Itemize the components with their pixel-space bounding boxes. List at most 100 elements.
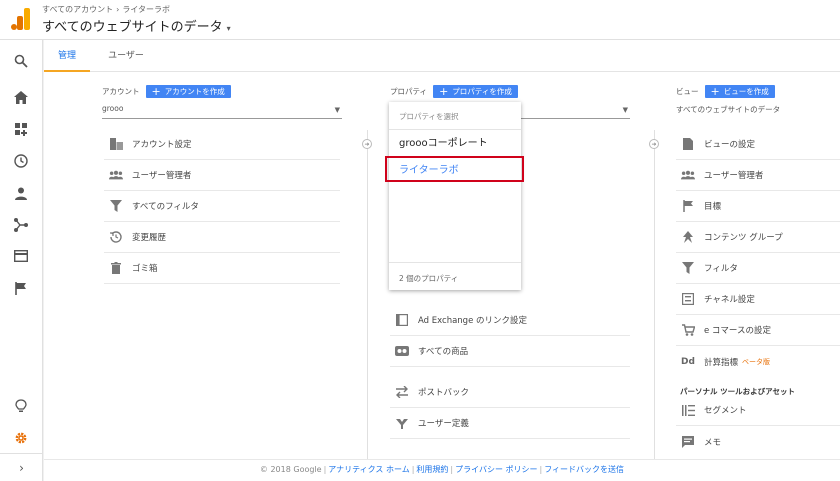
- view-goals-item[interactable]: 目標: [676, 191, 840, 222]
- chevron-down-icon[interactable]: ▾: [227, 24, 231, 33]
- create-view-button[interactable]: + ビューを作成: [704, 85, 775, 98]
- user-management-icon: [109, 168, 123, 182]
- create-property-button[interactable]: + プロパティを作成: [433, 85, 518, 98]
- footer-link-terms[interactable]: 利用規約: [416, 465, 448, 474]
- account-trash-label: ゴミ箱: [132, 264, 158, 274]
- tab-user[interactable]: ユーザー: [100, 40, 152, 72]
- property-label: プロパティ: [390, 87, 428, 96]
- view-segment-label: セグメント: [704, 406, 747, 416]
- view-settings-label: ビューの設定: [704, 140, 756, 150]
- property-dropdown-menu: プロパティを選択 groooコーポレート ライターラボ 2 個のプロパティ: [385, 102, 524, 290]
- view-settings-item[interactable]: ビューの設定: [676, 129, 840, 160]
- view-channel-settings-item[interactable]: チャネル設定: [676, 284, 840, 315]
- page-footer: © 2018 Google | アナリティクス ホーム | 利用規約 | プライバシー ポリ…: [44, 459, 840, 481]
- discover-icon[interactable]: [11, 396, 31, 416]
- account-trash-item[interactable]: ゴミ箱: [104, 253, 340, 284]
- footer-link-privacy[interactable]: プライバシー ポリシー: [455, 465, 537, 474]
- beta-badge: ベータ版: [742, 357, 771, 366]
- view-selector[interactable]: すべてのウェブサイトのデータ: [676, 104, 840, 119]
- view-label: ビュー: [676, 87, 699, 96]
- view-filters-label: フィルタ: [704, 264, 738, 274]
- view-calculated-metrics-item[interactable]: Dd 計算指標 ベータ版: [676, 346, 840, 377]
- left-navigation: ›: [0, 40, 43, 481]
- property-products-item[interactable]: すべての商品: [390, 336, 630, 367]
- analytics-logo-icon[interactable]: [11, 8, 31, 30]
- audience-icon[interactable]: [11, 183, 31, 203]
- view-column-header: ビュー + ビューを作成: [676, 85, 775, 98]
- account-column-header: アカウント + アカウントを作成: [102, 85, 231, 98]
- conversions-icon[interactable]: [11, 278, 31, 298]
- products-icon: [395, 344, 409, 358]
- behavior-icon[interactable]: [11, 246, 31, 266]
- expand-icon[interactable]: ›: [0, 453, 43, 481]
- account-settings-label: アカウント設定: [132, 140, 192, 150]
- footer-link-analytics-home[interactable]: アナリティクス ホーム: [328, 465, 409, 474]
- view-ecommerce-label: e コマースの設定: [704, 326, 772, 336]
- postback-icon: [395, 385, 409, 399]
- copyright-text: © 2018 Google: [259, 465, 322, 474]
- customization-icon[interactable]: [11, 119, 31, 139]
- view-filters-item[interactable]: フィルタ: [676, 253, 840, 284]
- create-view-label: ビューを作成: [723, 87, 769, 96]
- trash-icon: [109, 261, 123, 275]
- property-adexchange-label: Ad Exchange のリンク設定: [418, 316, 527, 326]
- account-user-management-item[interactable]: ユーザー管理者: [104, 160, 340, 191]
- chevron-down-icon: ▼: [334, 106, 340, 114]
- property-postback-item[interactable]: ポストバック: [390, 377, 630, 408]
- tab-admin[interactable]: 管理: [44, 40, 90, 72]
- account-selected-value: grooo: [102, 104, 124, 113]
- admin-gear-icon[interactable]: [11, 428, 31, 448]
- breadcrumb-account[interactable]: すべてのアカウント: [42, 5, 113, 14]
- view-user-management-item[interactable]: ユーザー管理者: [676, 160, 840, 191]
- memo-icon: [681, 435, 695, 449]
- breadcrumb-property[interactable]: ライターラボ: [122, 5, 170, 14]
- acquisition-icon[interactable]: [11, 215, 31, 235]
- footer-link-feedback[interactable]: フィードバックを送信: [544, 465, 624, 474]
- property-option-grooo-corporate[interactable]: groooコーポレート: [389, 131, 521, 157]
- account-history-item[interactable]: 変更履歴: [104, 222, 340, 253]
- view-ecommerce-item[interactable]: e コマースの設定: [676, 315, 840, 346]
- plus-icon: +: [151, 85, 161, 98]
- calculated-metrics-icon: Dd: [681, 356, 695, 367]
- property-products-label: すべての商品: [418, 347, 469, 357]
- search-icon[interactable]: [11, 51, 31, 71]
- filter-icon: [109, 199, 123, 213]
- account-filters-label: すべてのフィルタ: [132, 202, 199, 212]
- account-settings-item[interactable]: アカウント設定: [104, 129, 340, 160]
- property-user-definition-label: ユーザー定義: [418, 419, 469, 429]
- property-adexchange-item[interactable]: Ad Exchange のリンク設定: [390, 305, 630, 336]
- view-memo-label: メモ: [704, 437, 722, 448]
- view-selected-value: すべてのウェブサイトのデータ: [676, 105, 781, 114]
- footer-separator: |: [411, 465, 415, 474]
- view-segment-item[interactable]: セグメント: [676, 395, 840, 426]
- property-user-definition-item[interactable]: ユーザー定義: [390, 408, 630, 439]
- view-selector-title[interactable]: すべてのウェブサイトのデータ ▾: [42, 16, 231, 35]
- realtime-icon[interactable]: [11, 151, 31, 171]
- segment-icon: [681, 403, 695, 417]
- dropdown-header: プロパティを選択: [389, 102, 521, 130]
- user-management-icon: [681, 168, 695, 182]
- account-history-label: 変更履歴: [132, 233, 167, 243]
- create-property-label: プロパティを作成: [452, 87, 512, 96]
- property-option-writer-lab[interactable]: ライターラボ: [385, 156, 524, 182]
- page-title[interactable]: すべてのウェブサイトのデータ: [42, 20, 223, 35]
- column-divider: [367, 130, 368, 481]
- home-icon[interactable]: [11, 87, 31, 107]
- breadcrumb[interactable]: すべてのアカウント › ライターラボ: [42, 4, 170, 15]
- view-memo-item[interactable]: メモ: [676, 426, 840, 457]
- arrow-right-icon: ➜: [649, 139, 659, 149]
- create-account-button[interactable]: + アカウントを作成: [145, 85, 231, 98]
- view-user-management-label: ユーザー管理者: [704, 171, 764, 181]
- top-header: すべてのアカウント › ライターラボ すべてのウェブサイトのデータ ▾: [0, 0, 840, 40]
- view-calculated-metrics-label: 計算指標: [704, 357, 739, 368]
- history-icon: [109, 230, 123, 244]
- view-content-group-item[interactable]: コンテンツ グループ: [676, 222, 840, 253]
- account-selector[interactable]: grooo ▼: [102, 104, 342, 119]
- account-settings-icon: [109, 137, 123, 151]
- footer-separator: |: [323, 465, 327, 474]
- footer-separator: |: [450, 465, 454, 474]
- channel-settings-icon: [681, 292, 695, 306]
- create-account-label: アカウントを作成: [164, 87, 225, 96]
- arrow-right-icon: ➜: [362, 139, 372, 149]
- account-filters-item[interactable]: すべてのフィルタ: [104, 191, 340, 222]
